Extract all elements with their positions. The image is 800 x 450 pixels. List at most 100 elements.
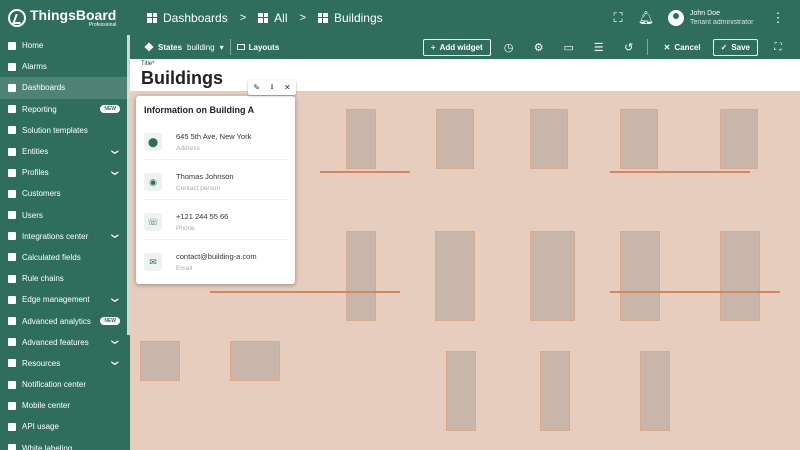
logo-icon (8, 8, 26, 27)
location-icon: ⬤ (144, 133, 162, 151)
dashboard-icon (8, 83, 16, 92)
sidebar-item-api-usage[interactable]: API usage (0, 416, 130, 437)
chevron-down-icon: ▾ (219, 42, 224, 52)
info-row-phone: ☏ +121 244 55 66 Phone (144, 211, 287, 249)
sidebar-item-label: Profiles (22, 168, 49, 178)
notifications-bell-icon[interactable]: 🔔︎ (634, 6, 658, 30)
layouts-label: Layouts (248, 42, 280, 52)
state-value: building (187, 42, 215, 52)
layers-icon (144, 42, 154, 52)
sidebar-item-home[interactable]: Home (0, 35, 130, 56)
sidebar-item-label: Edge management (22, 295, 90, 305)
add-widget-button[interactable]: + Add widget (422, 38, 491, 56)
fullscreen-icon[interactable]: ⛶ (606, 6, 630, 30)
divider (646, 39, 648, 55)
cancel-label: Cancel (674, 42, 701, 52)
sidebar-item-notification-center[interactable]: Notification center (0, 374, 130, 395)
chevron-down-icon: ❯ (111, 296, 119, 303)
remove-close-icon[interactable]: ✕ (284, 83, 291, 92)
version-history-icon[interactable]: ↺ (617, 35, 641, 59)
address-label: Address (176, 145, 200, 152)
sidebar-item-rule-chains[interactable]: Rule chains (0, 268, 130, 289)
sidebar-item-label: Alarms (22, 62, 47, 72)
timewindow-clock-icon[interactable]: ◷ (497, 35, 521, 59)
widget-action-toolbar: ✎ ⭳ ✕ (248, 80, 296, 95)
sidebar-item-label: Advanced analytics (22, 316, 91, 326)
address-value: 645 5th Ave, New York (176, 132, 252, 141)
sidebar-item-mobile-center[interactable]: Mobile center (0, 395, 130, 416)
sidebar-item-label: Entities (22, 147, 49, 157)
settings-gear-icon[interactable]: ⚙ (527, 35, 551, 59)
sidebar-item-profiles[interactable]: Profiles ❯ (0, 162, 130, 183)
divider (144, 159, 287, 160)
sidebar-item-alarms[interactable]: Alarms (0, 56, 130, 77)
avatar[interactable] (668, 9, 684, 26)
calc-icon (8, 253, 16, 262)
sidebar-item-solution-templates[interactable]: Solution templates (0, 120, 130, 141)
breadcrumb-dashboards[interactable]: Dashboards (147, 11, 228, 25)
sidebar-item-advanced-features[interactable]: Advanced features ❯ (0, 332, 130, 353)
sidebar-item-label: Home (22, 41, 44, 51)
white-label-icon (8, 444, 16, 450)
more-menu-icon[interactable]: ⋮ (766, 6, 790, 30)
sidebar-item-label: Advanced features (22, 337, 89, 347)
title-widget[interactable]: Title* Buildings (130, 59, 800, 91)
email-value: contact@building-a.com (176, 252, 257, 261)
contact-label: Contact person (176, 185, 221, 192)
dashboard-icon (147, 12, 157, 23)
dashboard-canvas: Title* Buildings Information on Building… (130, 59, 800, 450)
brand-logo[interactable]: ThingsBoard Professional (0, 8, 130, 28)
sidebar: Home Alarms Dashboards Reporting NEW Solution… (0, 35, 130, 450)
email-icon: ✉ (144, 253, 162, 271)
user-name: John Doe (690, 9, 720, 17)
dashboard-toolbar: States building ▾ Layouts + Add widget ◷… (130, 35, 800, 59)
sidebar-item-dashboards[interactable]: Dashboards (0, 77, 130, 99)
info-row-email: ✉ contact@building-a.com Email (144, 251, 287, 289)
user-info[interactable]: John Doe Tenant administrator (690, 9, 762, 27)
entities-icon (8, 147, 16, 156)
sidebar-item-customers[interactable]: Customers (0, 183, 130, 204)
sidebar-item-users[interactable]: Users (0, 205, 130, 226)
aliases-icon[interactable]: ▭ (557, 35, 581, 59)
divider (144, 239, 287, 240)
states-label: States (158, 42, 183, 52)
divider (144, 199, 287, 200)
chevron-down-icon: ❯ (111, 339, 119, 346)
report-icon (8, 105, 16, 114)
filter-icon[interactable]: ☰ (587, 35, 611, 59)
chevron-down-icon: ❯ (111, 233, 119, 240)
brand-edition: Professional (88, 21, 117, 28)
layouts-button[interactable]: Layouts (236, 42, 280, 52)
breadcrumb-all[interactable]: All (258, 11, 288, 25)
sidebar-item-label: Integrations center (22, 231, 89, 241)
sidebar-nav: Home Alarms Dashboards Reporting NEW Solution… (0, 35, 130, 450)
sidebar-item-label: Notification center (22, 380, 87, 390)
states-selector[interactable]: States building ▾ (144, 42, 224, 52)
sidebar-item-white-labeling[interactable]: White labeling (0, 438, 130, 450)
phone-label: Phone (176, 225, 195, 232)
cancel-button[interactable]: ✕ Cancel (664, 43, 701, 52)
user-role: Tenant administrator (690, 18, 754, 26)
sidebar-item-label: Solution templates (22, 125, 88, 135)
sidebar-item-advanced-analytics[interactable]: Advanced analytics NEW (0, 310, 130, 331)
sidebar-item-edge-management[interactable]: Edge management ❯ (0, 289, 130, 310)
edit-pencil-icon[interactable]: ✎ (253, 83, 260, 92)
contact-value: Thomas Johnson (176, 172, 234, 181)
sidebar-item-reporting[interactable]: Reporting NEW (0, 99, 130, 120)
email-label: Email (176, 265, 193, 272)
sidebar-item-entities[interactable]: Entities ❯ (0, 141, 130, 162)
download-icon[interactable]: ⭳ (271, 81, 274, 95)
resources-icon (8, 359, 16, 368)
check-icon: ✓ (720, 42, 728, 52)
save-button[interactable]: ✓ Save (712, 38, 758, 56)
notification-icon (8, 380, 16, 389)
save-label: Save (731, 42, 750, 52)
breadcrumb-current: Buildings (317, 11, 383, 25)
top-bar: ThingsBoard Professional Dashboards > Al… (0, 0, 800, 35)
sidebar-item-integrations-center[interactable]: Integrations center ❯ (0, 226, 130, 247)
home-icon (8, 41, 16, 50)
sidebar-item-resources[interactable]: Resources ❯ (0, 353, 130, 374)
sidebar-item-label: Customers (22, 189, 61, 199)
expand-icon[interactable]: ⛶ (766, 35, 790, 59)
sidebar-item-calculated-fields[interactable]: Calculated fields (0, 247, 130, 268)
